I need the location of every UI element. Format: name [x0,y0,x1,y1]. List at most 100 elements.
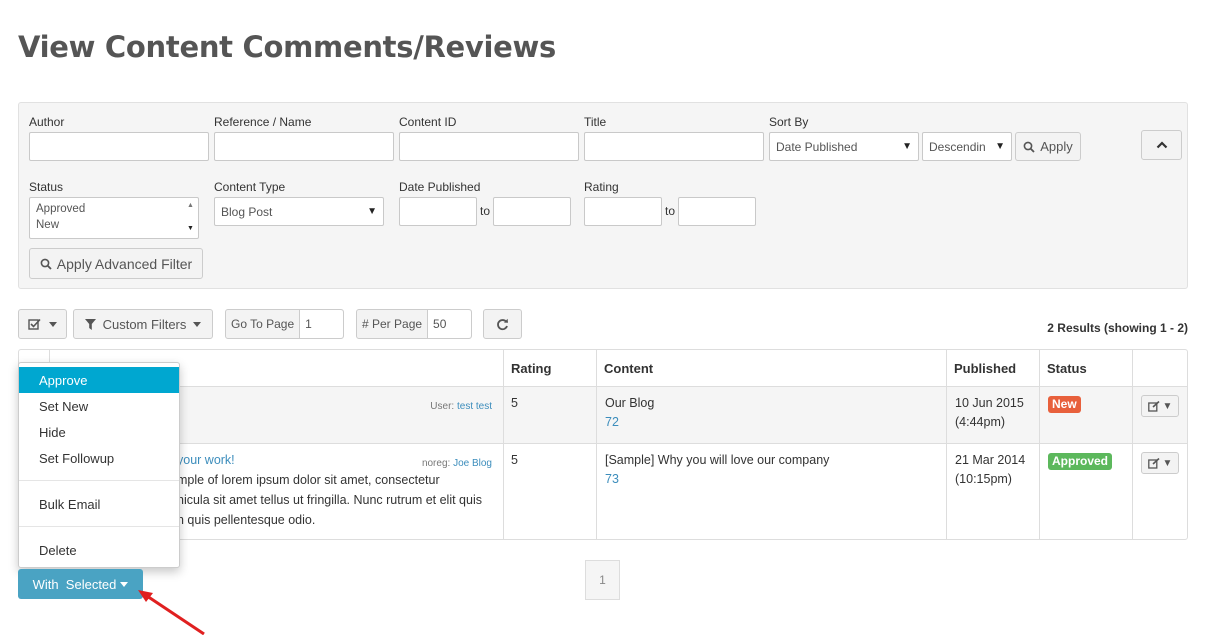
content-id-link[interactable]: 73 [605,470,619,489]
apply-button[interactable]: Apply [1015,132,1081,161]
caret-down-icon [49,321,57,327]
custom-filters-button[interactable]: Custom Filters [73,309,213,339]
row-edit-button[interactable]: ▼ [1141,395,1179,417]
header-published[interactable]: Published [946,350,1016,386]
to-label: to [480,204,491,218]
date-to-input[interactable] [493,197,571,226]
content-title: Our Blog [605,396,655,410]
caret-down-icon: ▼ [1162,457,1173,469]
sort-by-select[interactable]: Date Published ▼ [769,132,919,161]
bulk-action-menu: Approve Set New Hide Set Followup Bulk E… [18,362,180,568]
comment-user: User: test test [430,401,492,412]
rating-value: 5 [511,396,518,410]
collapse-button[interactable] [1141,130,1182,160]
sort-by-value: Date Published [776,139,858,154]
status-badge: New [1048,396,1081,413]
header-status[interactable]: Status [1039,350,1087,386]
menu-item-delete[interactable]: Delete [19,537,179,563]
content-id-input[interactable] [399,132,579,161]
checkbox-icon [28,318,41,330]
header-content[interactable]: Content [596,350,653,386]
with-selected-label: With Selected [32,576,117,592]
filter-panel: Author Reference / Name Content ID Title… [18,102,1188,289]
menu-divider [19,526,179,527]
menu-item-set-new[interactable]: Set New [19,393,179,419]
rating-label: Rating [584,180,619,194]
menu-item-bulk-email[interactable]: Bulk Email [19,491,179,517]
title-label: Title [584,115,607,129]
reference-input[interactable] [214,132,394,161]
listbox-scrollbar[interactable]: ▲ ▼ [184,198,198,238]
per-page-input[interactable]: 50 [428,310,471,338]
content-type-value: Blog Post [221,204,273,219]
status-listbox[interactable]: Approved New ▲ ▼ [29,197,199,239]
apply-advanced-label: Apply Advanced Filter [56,255,193,272]
with-selected-button[interactable]: With Selected [18,569,143,599]
published-time: (10:15pm) [955,472,1012,486]
custom-filters-label: Custom Filters [102,316,187,332]
published-date: 10 Jun 2015 [955,396,1024,410]
results-count: 2 Results (showing 1 - 2) [1047,321,1188,335]
user-link[interactable]: Joe Blog [453,458,492,469]
date-from-input[interactable] [399,197,477,226]
status-label: Status [29,180,64,194]
go-to-page-label: Go To Page [226,310,301,338]
status-option[interactable]: New [36,219,59,231]
divider [503,350,504,539]
apply-label: Apply [1040,139,1073,154]
pagination-page[interactable]: 1 [585,560,620,600]
content-id-link[interactable]: 72 [605,413,619,432]
status-option[interactable]: Approved [36,203,85,215]
content-type-select[interactable]: Blog Post ▼ [214,197,384,226]
sort-order-select[interactable]: Descendin ▼ [922,132,1012,161]
rating-from-input[interactable] [584,197,662,226]
caret-down-icon [120,581,129,587]
date-published-label: Date Published [399,180,481,194]
author-label: Author [29,115,65,129]
caret-down-icon: ▼ [995,141,1005,152]
caret-down-icon: ▼ [902,141,912,152]
apply-advanced-filter-button[interactable]: Apply Advanced Filter [29,248,203,279]
go-to-page-group: Go To Page 1 [225,309,344,339]
page-title: View Content Comments/Reviews [18,30,556,64]
comment-text-line: n quis pellentesque odio. [177,513,316,527]
divider [1132,350,1133,539]
edit-icon [1147,400,1160,412]
published-time: (4:44pm) [955,415,1006,429]
published-date: 21 Mar 2014 [955,453,1026,467]
scroll-down-icon[interactable]: ▼ [187,225,194,232]
author-input[interactable] [29,132,209,161]
user-link[interactable]: test test [457,401,492,412]
row-edit-button[interactable]: ▼ [1141,452,1179,474]
menu-divider [19,480,179,481]
chevron-up-icon [1156,141,1167,149]
comment-title-link[interactable]: your work! [177,451,235,470]
content-title: [Sample] Why you will love our company [605,453,830,467]
caret-down-icon: ▼ [367,206,377,217]
title-input[interactable] [584,132,764,161]
rating-value: 5 [511,453,518,467]
caret-down-icon: ▼ [1162,400,1173,412]
sort-order-value: Descendin [929,139,986,154]
content-type-label: Content Type [214,180,286,194]
edit-icon [1147,457,1160,469]
refresh-icon [497,318,508,330]
divider [1039,350,1040,539]
caret-down-icon [193,321,202,327]
to-label: to [665,204,676,218]
rating-to-input[interactable] [678,197,756,226]
content-id-label: Content ID [399,115,457,129]
header-rating[interactable]: Rating [503,350,551,386]
menu-item-hide[interactable]: Hide [19,419,179,445]
refresh-button[interactable] [483,309,522,339]
go-to-page-input[interactable]: 1 [300,310,343,338]
menu-item-set-followup[interactable]: Set Followup [19,445,179,471]
select-all-toggle[interactable] [18,309,67,339]
menu-item-approve[interactable]: Approve [19,367,179,393]
status-badge: Approved [1048,453,1113,470]
scroll-up-icon[interactable]: ▲ [187,202,194,209]
divider [19,386,1187,387]
sort-by-label: Sort By [769,115,809,129]
comment-text-line: mple of lorem ipsum dolor sit amet, cons… [177,473,440,487]
divider [19,443,1187,444]
